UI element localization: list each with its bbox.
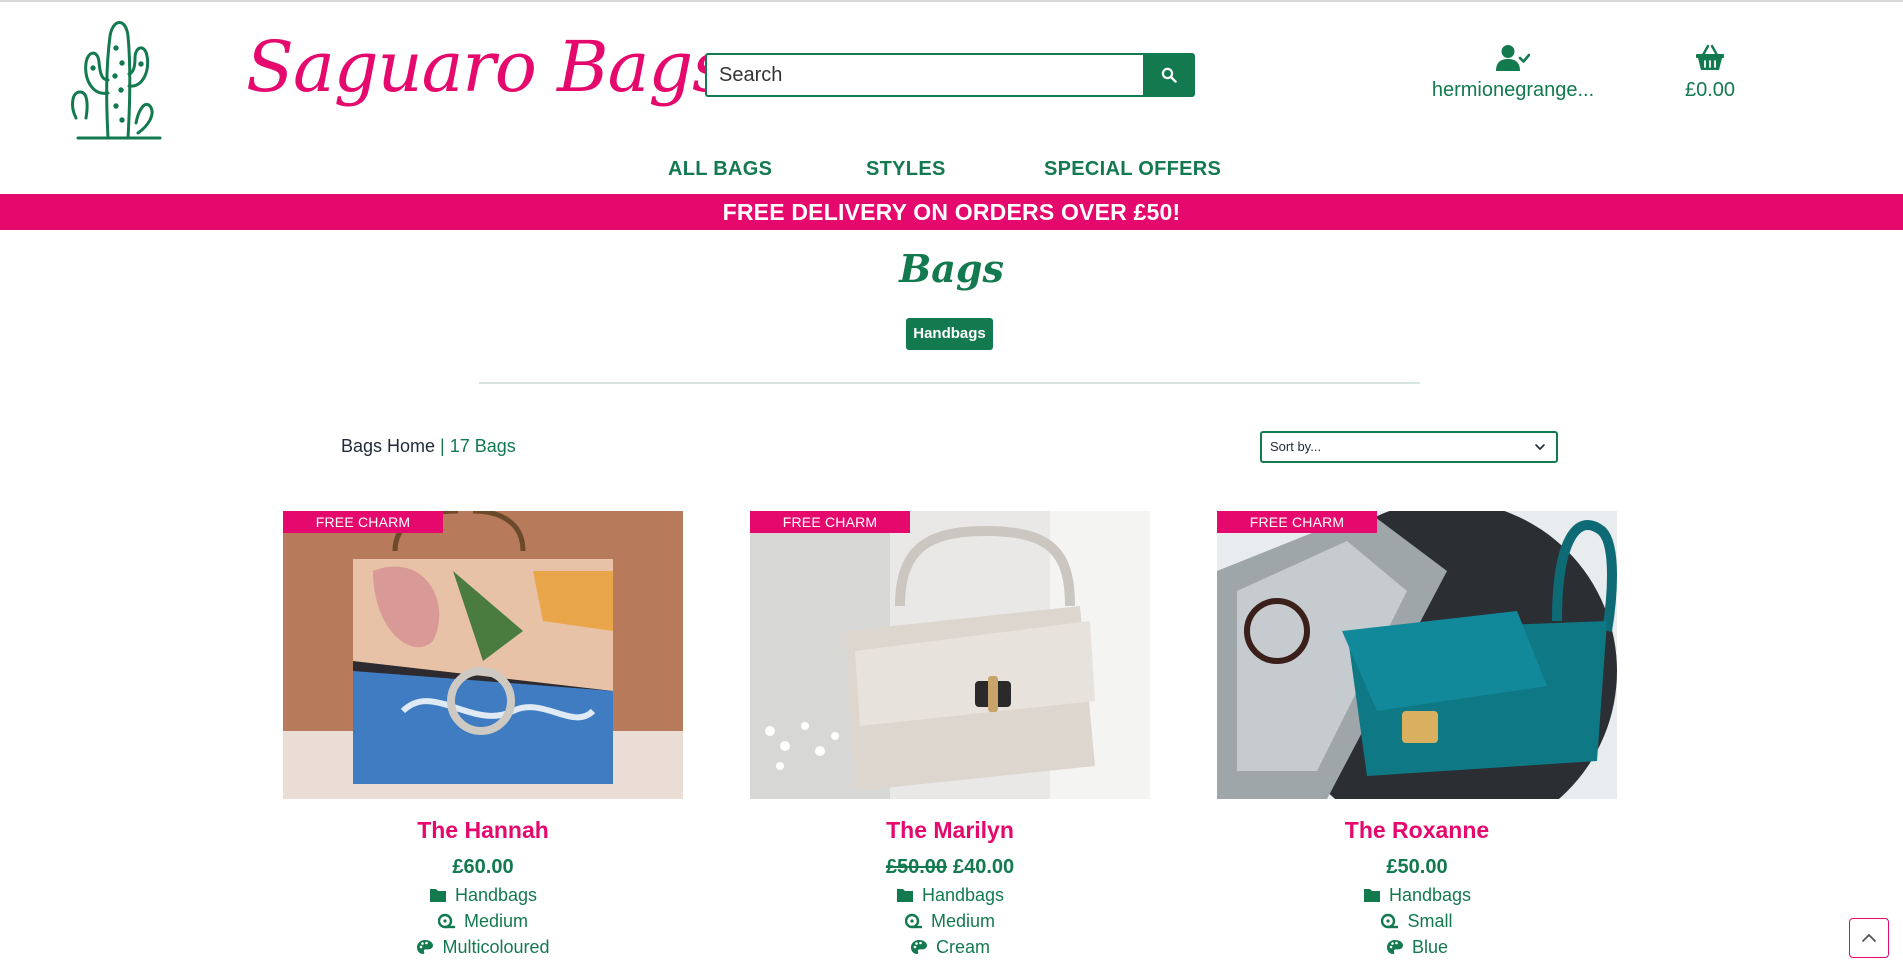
product-colour: Cream (750, 937, 1150, 958)
top-border (0, 0, 1903, 2)
account-username: hermionegrange... (1431, 79, 1595, 101)
palette-icon (417, 940, 434, 954)
product-name[interactable]: The Roxanne (1217, 817, 1617, 844)
chevron-down-icon (1535, 444, 1545, 451)
product-price: £50.00 £40.00 (750, 856, 1150, 879)
search-button[interactable] (1143, 53, 1195, 97)
folder-icon (896, 889, 913, 902)
product-name[interactable]: The Marilyn (750, 817, 1150, 844)
ruler-tape-icon (1381, 913, 1399, 929)
nav-special-offers[interactable]: SPECIAL OFFERS (1044, 158, 1221, 181)
nav-all-bags[interactable]: ALL BAGS (668, 158, 772, 181)
folder-icon (429, 889, 446, 902)
search-input[interactable] (705, 53, 1143, 97)
product-size: Medium (750, 911, 1150, 932)
divider (479, 382, 1420, 384)
account-menu[interactable]: hermionegrange... (1430, 44, 1596, 102)
shopping-bag[interactable]: £0.00 (1660, 44, 1760, 102)
product-colour: Blue (1217, 937, 1617, 958)
ruler-tape-icon (904, 913, 922, 929)
ruler-tape-icon (437, 913, 455, 929)
main-nav: ALL BAGS STYLES SPECIAL OFFERS (0, 158, 1903, 186)
product-size: Small (1217, 911, 1617, 932)
delivery-banner: FREE DELIVERY ON ORDERS OVER £50! (0, 194, 1903, 230)
search-form (705, 53, 1195, 97)
chevron-up-icon (1862, 933, 1876, 942)
page-title: Bags (899, 246, 1004, 291)
product-image[interactable] (1217, 511, 1617, 799)
product-price: £50.00 (1217, 856, 1617, 879)
back-to-top-button[interactable] (1849, 918, 1889, 958)
product-category: Handbags (750, 885, 1150, 906)
cactus-icon (71, 21, 162, 140)
brand-name: Saguaro Bags (246, 26, 728, 108)
product-category: Handbags (283, 885, 683, 906)
user-check-icon (1496, 45, 1531, 71)
breadcrumb-separator: | (435, 436, 450, 456)
product-price: £60.00 (283, 856, 683, 879)
shopping-basket-icon (1696, 44, 1724, 70)
category-chip-handbags[interactable]: Handbags (906, 318, 993, 350)
product-old-price: £50.00 (885, 856, 947, 878)
product-current-price: £60.00 (452, 856, 514, 878)
product-current-price: £40.00 (953, 856, 1015, 878)
brand-logo[interactable]: Saguaro Bags (68, 8, 728, 143)
product-colour: Multicoloured (283, 937, 683, 958)
breadcrumb: Bags Home | 17 Bags (341, 436, 516, 457)
product-category: Handbags (1217, 885, 1617, 906)
breadcrumb-home-link[interactable]: Bags Home (341, 436, 435, 456)
product-current-price: £50.00 (1386, 856, 1448, 878)
product-ribbon: FREE CHARM (1217, 511, 1377, 533)
product-ribbon: FREE CHARM (750, 511, 910, 533)
folder-icon (1363, 889, 1380, 902)
product-name[interactable]: The Hannah (283, 817, 683, 844)
sort-select[interactable]: Sort by... (1260, 431, 1558, 463)
palette-icon (1386, 940, 1403, 954)
nav-styles[interactable]: STYLES (866, 158, 946, 181)
product-count: 17 Bags (449, 436, 516, 456)
bag-total: £0.00 (1684, 79, 1736, 101)
palette-icon (910, 940, 927, 954)
sort-selected-value: Sort by... (1270, 439, 1322, 454)
product-image[interactable] (283, 511, 683, 799)
search-icon (1161, 67, 1177, 83)
product-size: Medium (283, 911, 683, 932)
product-ribbon: FREE CHARM (283, 511, 443, 533)
product-image[interactable] (750, 511, 1150, 799)
